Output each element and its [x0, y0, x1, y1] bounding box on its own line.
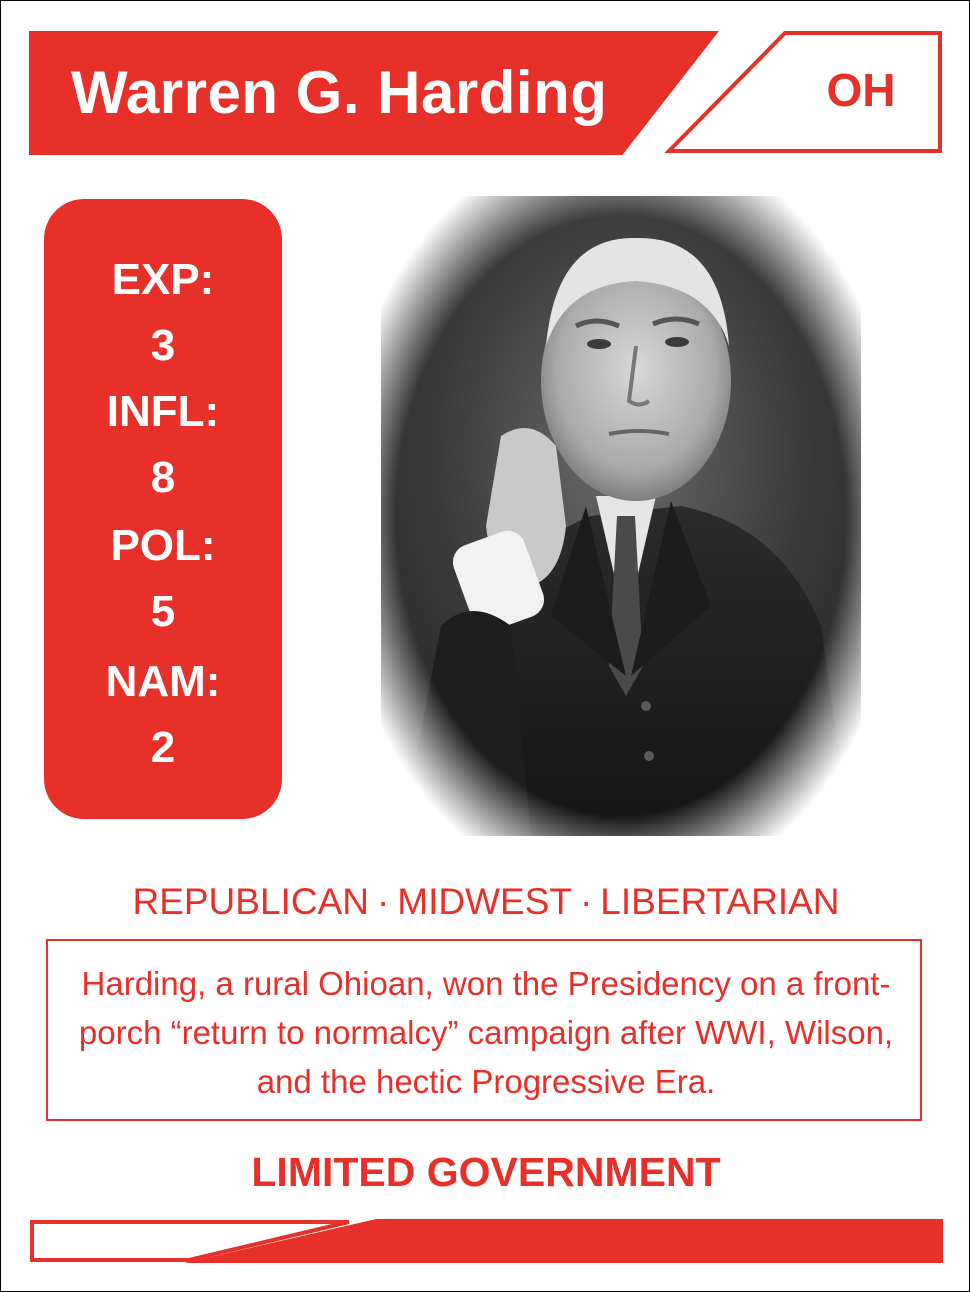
- stat-exp-label: EXP:: [111, 255, 215, 304]
- tags-line: REPUBLICAN · MIDWEST · LIBERTARIAN: [1, 881, 970, 923]
- ideology-label: LIMITED GOVERNMENT: [251, 1149, 721, 1195]
- stat-nam-label: NAM:: [105, 657, 221, 706]
- tag-separator: ·: [579, 881, 593, 922]
- stat-pol-label: POL:: [110, 521, 216, 570]
- candidate-card: Warren G. Harding OH EXP: 3 INFL: 8 POL:…: [0, 0, 970, 1292]
- footer-outline: [30, 1220, 350, 1262]
- stat-infl-label: INFL:: [106, 387, 220, 436]
- stat-pol-value: 5: [150, 587, 176, 636]
- tag-region: MIDWEST: [397, 881, 572, 922]
- tag-ideology: LIBERTARIAN: [600, 881, 840, 922]
- stat-nam-value: 2: [150, 723, 176, 772]
- tag-separator: ·: [376, 881, 390, 922]
- state-label: OH: [826, 64, 896, 116]
- description-text: Harding, a rural Ohioan, won the Preside…: [78, 965, 894, 1100]
- candidate-name: Warren G. Harding: [71, 59, 608, 126]
- portrait: [381, 196, 861, 836]
- portrait-photo-icon: [381, 196, 861, 836]
- stat-infl-value: 8: [150, 453, 176, 502]
- tag-party: REPUBLICAN: [132, 881, 369, 922]
- stat-exp-value: 3: [150, 321, 176, 370]
